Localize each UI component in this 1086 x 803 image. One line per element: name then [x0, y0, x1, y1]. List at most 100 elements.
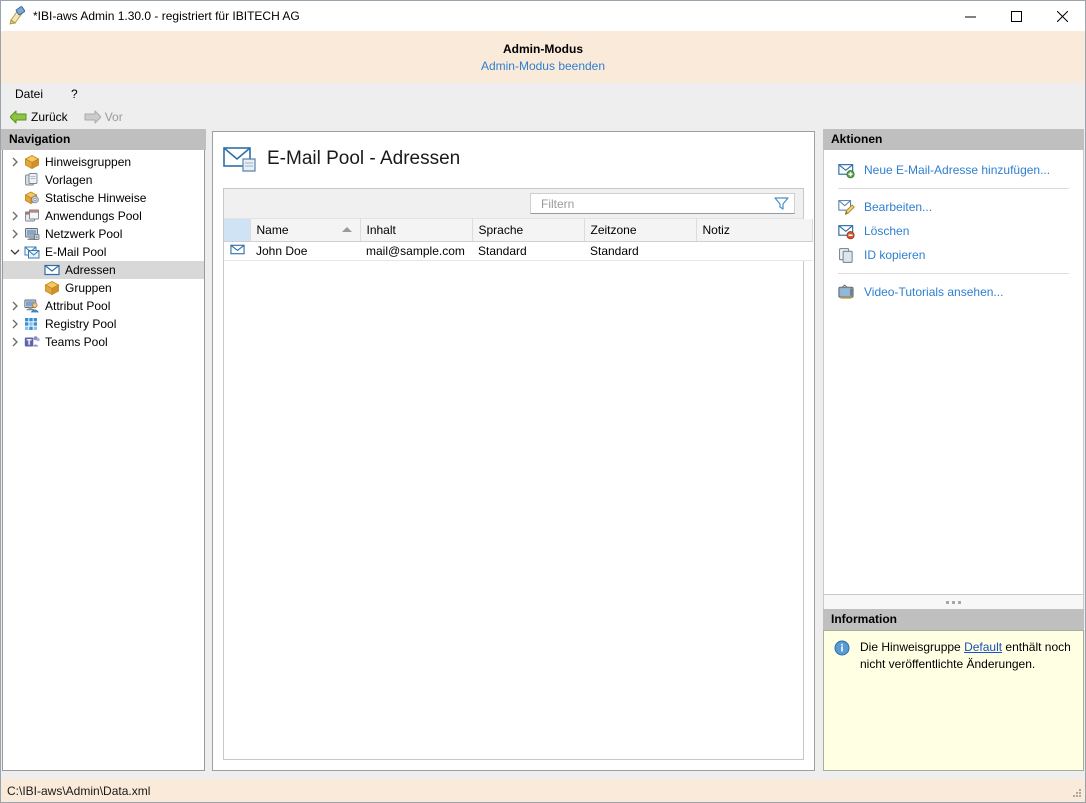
action-label: Video-Tutorials ansehen...	[864, 285, 1004, 299]
chevron-right-icon[interactable]	[7, 226, 23, 242]
templates-icon	[23, 172, 41, 188]
registry-grid-icon	[23, 316, 41, 332]
information-link[interactable]: Default	[964, 640, 1002, 654]
content-pane: E-Mail Pool - Adressen Filtern Name Inha…	[206, 129, 823, 779]
admin-mode-banner: Admin-Modus Admin-Modus beenden	[1, 31, 1085, 83]
app-pen-icon	[7, 5, 29, 27]
tree-item-label: Hinweisgruppen	[45, 155, 132, 169]
chevron-right-icon[interactable]	[7, 316, 23, 332]
window-title: *IBI-aws Admin 1.30.0 - registriert für …	[33, 9, 300, 23]
tree-item-statische-hinweise[interactable]: Statische Hinweise	[3, 189, 204, 207]
chevron-down-icon[interactable]	[7, 244, 23, 260]
cell-zeitzone: Standard	[584, 241, 696, 261]
tree-item-e-mail-pool[interactable]: E-Mail Pool	[3, 243, 204, 261]
mail-stack-icon	[23, 244, 41, 260]
row-icon-cell	[224, 241, 250, 261]
pane-splitter[interactable]	[823, 595, 1084, 609]
envelope-icon	[229, 244, 245, 260]
copy-icon	[836, 246, 856, 264]
resize-grip-icon[interactable]	[1070, 787, 1082, 799]
forward-button-label: Vor	[104, 110, 123, 124]
mail-add-icon	[836, 161, 856, 179]
column-header-label: Inhalt	[366, 222, 396, 237]
action-l-schen[interactable]: Löschen	[824, 219, 1083, 243]
tree-item-label: Attribut Pool	[45, 299, 111, 313]
action-id-kopieren[interactable]: ID kopieren	[824, 243, 1083, 267]
tree-item-teams-pool[interactable]: Teams Pool	[3, 333, 204, 351]
cell-notiz	[696, 241, 812, 261]
filter-bar	[224, 189, 803, 219]
action-label: Neue E-Mail-Adresse hinzufügen...	[864, 163, 1051, 177]
tree-item-netzwerk-pool[interactable]: Netzwerk Pool	[3, 225, 204, 243]
back-button[interactable]: Zurück	[7, 109, 71, 125]
back-arrow-icon	[10, 110, 27, 124]
actions-separator	[838, 273, 1069, 274]
menu-datei[interactable]: Datei	[9, 85, 49, 103]
tree-item-anwendungs-pool[interactable]: Anwendungs Pool	[3, 207, 204, 225]
tree-item-attribut-pool[interactable]: Attribut Pool	[3, 297, 204, 315]
table-header-row: Name Inhalt Sprache Zeitzone Notiz	[224, 219, 813, 242]
back-button-label: Zurück	[31, 110, 68, 124]
action-video-tutorials-ansehen[interactable]: Video-Tutorials ansehen...	[824, 280, 1083, 304]
information-text-before: Die Hinweisgruppe	[860, 640, 965, 654]
column-header-name[interactable]: Name	[250, 219, 361, 242]
actions-list: Neue E-Mail-Adresse hinzufügen... Bearbe…	[823, 150, 1084, 595]
information-text: Die Hinweisgruppe Default enthält noch n…	[860, 639, 1073, 673]
column-header-inhalt[interactable]: Inhalt	[360, 219, 473, 242]
mail-delete-icon	[836, 222, 856, 240]
funnel-icon[interactable]	[774, 197, 790, 210]
column-header-label: Name	[256, 222, 289, 237]
action-label: Bearbeiten...	[864, 200, 933, 214]
data-grid-area: Name Inhalt Sprache Zeitzone Notiz John Doem…	[223, 188, 813, 760]
tree-item-adressen[interactable]: Adressen	[3, 261, 204, 279]
maximize-button[interactable]	[993, 1, 1039, 31]
chevron-right-icon[interactable]	[7, 334, 23, 350]
table-select-column-header[interactable]	[224, 219, 251, 242]
column-header-notiz[interactable]: Notiz	[696, 219, 813, 242]
addresses-table: Name Inhalt Sprache Zeitzone Notiz John Doe m…	[224, 219, 813, 261]
info-icon	[834, 640, 854, 659]
cell-sprache: Standard	[472, 241, 584, 261]
main-body: Navigation Hinweisgruppen Vorlagen Stati…	[1, 129, 1085, 779]
menu-bar: Datei ?	[1, 83, 1085, 105]
tree-item-hinweisgruppen[interactable]: Hinweisgruppen	[3, 153, 204, 171]
action-bearbeiten[interactable]: Bearbeiten...	[824, 195, 1083, 219]
tree-item-vorlagen[interactable]: Vorlagen	[3, 171, 204, 189]
column-header-zeitzone[interactable]: Zeitzone	[584, 219, 697, 242]
box-gear-icon	[23, 190, 41, 206]
close-button[interactable]	[1039, 1, 1085, 31]
actions-header: Aktionen	[823, 129, 1084, 150]
teams-icon	[23, 334, 41, 350]
tree-item-registry-pool[interactable]: Registry Pool	[3, 315, 204, 333]
splitter-dot	[958, 600, 961, 604]
action-neue-e-mail-adresse-hinzuf-gen[interactable]: Neue E-Mail-Adresse hinzufügen...	[824, 158, 1083, 182]
table-row[interactable]: John Doe mail@sample.com Standard Standard	[224, 241, 812, 261]
tree-item-label: Registry Pool	[45, 317, 117, 331]
tree-item-label: Adressen	[65, 263, 116, 277]
tree-item-gruppen[interactable]: Gruppen	[3, 279, 204, 297]
filter-input[interactable]	[539, 195, 774, 212]
envelope-icon	[43, 262, 61, 278]
filter-box[interactable]	[530, 193, 795, 214]
tree-item-label: Gruppen	[65, 281, 112, 295]
edit-pencil-icon	[836, 198, 856, 216]
column-header-label: Sprache	[478, 222, 524, 237]
tree-item-label: E-Mail Pool	[45, 245, 107, 259]
minimize-button[interactable]	[947, 1, 993, 31]
column-header-sprache[interactable]: Sprache	[472, 219, 585, 242]
navigation-tree[interactable]: Hinweisgruppen Vorlagen Statische Hinwei…	[2, 150, 205, 771]
menu-help[interactable]: ?	[65, 85, 84, 103]
column-header-label: Notiz	[702, 222, 730, 237]
chevron-right-icon[interactable]	[7, 154, 23, 170]
chevron-right-icon[interactable]	[7, 298, 23, 314]
tree-item-label: Anwendungs Pool	[45, 209, 142, 223]
admin-mode-exit-link[interactable]: Admin-Modus beenden	[481, 57, 605, 75]
chevron-right-icon[interactable]	[7, 208, 23, 224]
box-orange-icon	[23, 154, 41, 170]
forward-button[interactable]: Vor	[81, 109, 126, 125]
column-header-label: Zeitzone	[590, 222, 637, 237]
